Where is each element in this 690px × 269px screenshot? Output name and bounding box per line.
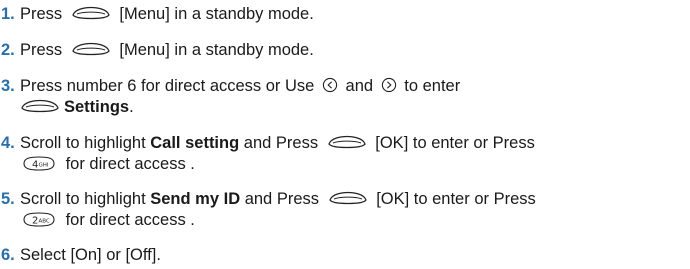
period: . [129,98,134,116]
and-press-text: and Press [244,190,319,208]
ok-instruction: [OK] to enter or Press [375,134,535,152]
press-text: Press [20,5,63,23]
step-number: 5. [1,190,15,208]
key-digit: 2 [32,215,38,226]
select-option-text: Select [On] or [Off]. [20,246,161,264]
step-number: 1. [1,5,15,23]
step-text: Press number 6 for direct access or Use … [20,76,688,118]
menu-soft-key-icon [71,42,111,56]
step-text: Select [On] or [Off]. [20,245,688,266]
step-number: 3. [1,77,15,95]
to-enter-text: to enter [404,77,461,95]
step-text: Scroll to highlight Call setting and Pre… [20,133,688,175]
step-number: 6. [1,246,15,264]
step-number: 2. [1,41,15,59]
direct-access-text: for direct access . [65,155,195,173]
direct-access-text: Press number 6 for direct access or Use [20,77,315,95]
ok-instruction: [OK] to enter or Press [376,190,536,208]
highlight-target: Call setting [150,134,240,152]
step-text: Scroll to highlight Send my ID and Press… [20,189,688,231]
menu-soft-key-icon [327,135,367,149]
scroll-text: Scroll to highlight [20,134,146,152]
step-number: 4. [1,134,15,152]
direct-access-text: for direct access . [65,211,195,229]
and-press-text: and Press [243,134,319,152]
step-text: Press [Menu] in a standby mode. [20,40,688,61]
menu-soft-key-icon [20,99,60,113]
number-key-icon: 2 ABC [20,211,58,228]
menu-instruction: [Menu] in a standby mode. [119,5,314,23]
menu-soft-key-icon [328,191,368,205]
key-digit: 4 [32,159,38,170]
scroll-text: Scroll to highlight [20,190,146,208]
and-text: and [345,77,374,95]
step-text: Press [Menu] in a standby mode. [20,4,688,25]
left-nav-key-icon [322,77,338,93]
right-nav-key-icon [381,77,397,93]
key-letters: ABC [39,218,50,224]
key-letters: GHI [39,162,49,168]
number-key-icon: 4 GHI [20,155,58,172]
menu-instruction: [Menu] in a standby mode. [119,41,314,59]
highlight-target: Send my ID [150,190,241,208]
press-text: Press [20,41,63,59]
menu-soft-key-icon [71,6,111,20]
settings-menu-name: Settings [64,98,130,116]
